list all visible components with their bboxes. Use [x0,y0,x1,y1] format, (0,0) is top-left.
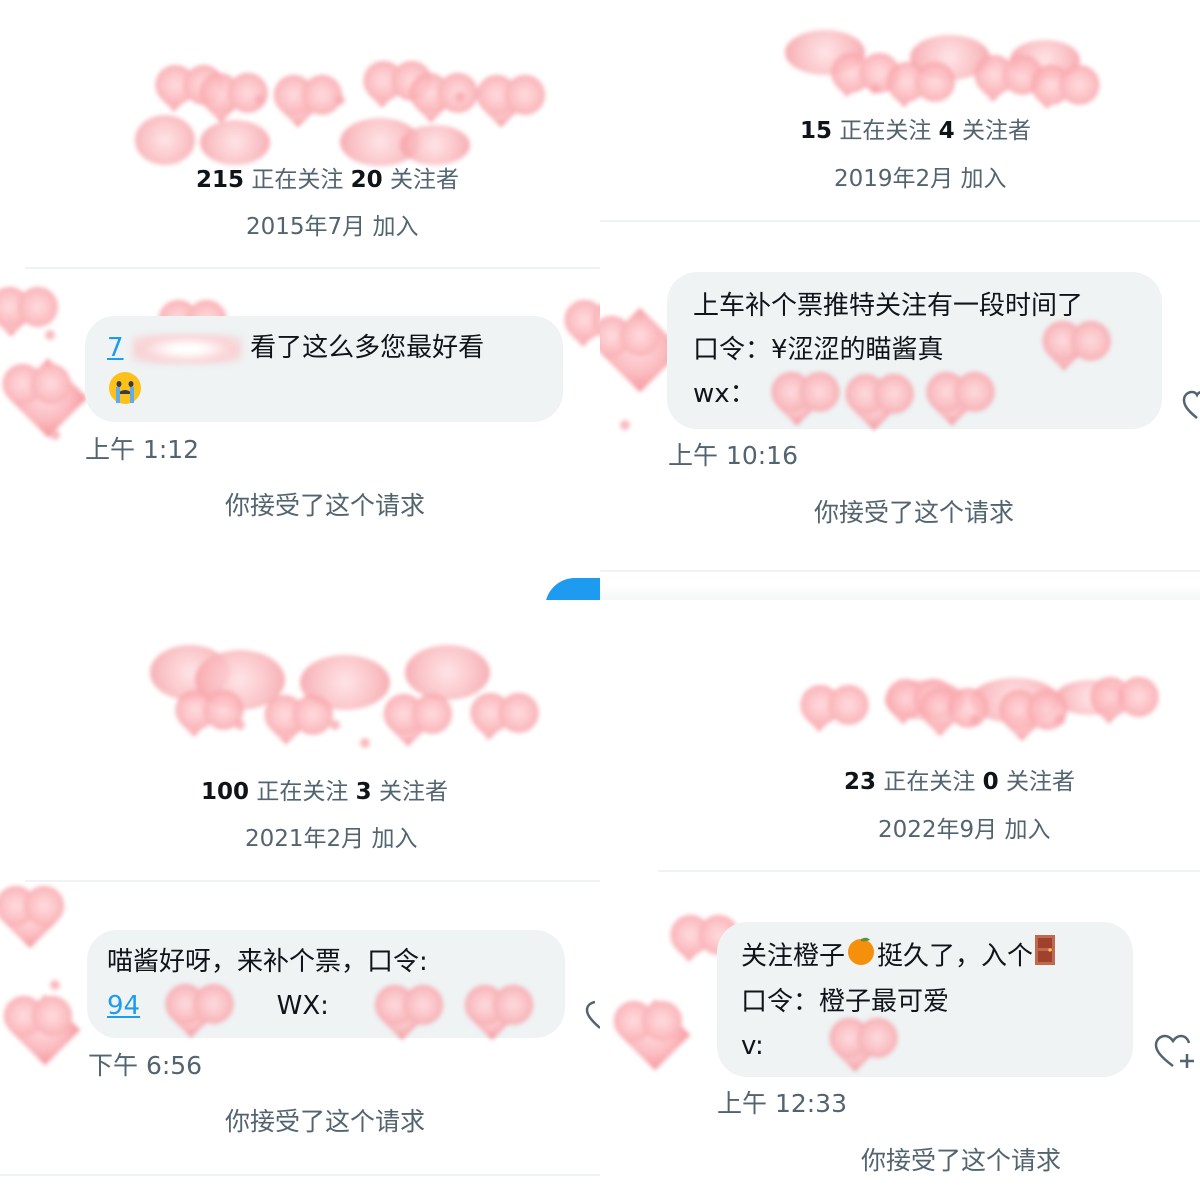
following-count[interactable]: 23 [844,769,876,795]
message-line: v: [741,1031,764,1061]
message-line: wx： [693,379,756,409]
request-accepted-text: 你接受了这个请求 [225,1107,426,1136]
message-line: 口令：橙子最可爱 [741,987,950,1017]
heart-add-reaction-icon[interactable] [1153,1032,1197,1076]
followers-label[interactable]: 关注者 [379,779,448,805]
message-time: 上午 10:16 [668,441,798,470]
door-icon [1033,934,1057,980]
banner-hearts-decoration [600,0,1200,120]
message-bubble[interactable]: 关注橙子 挺久了，入个 口令：橙子最可爱 v: [717,922,1133,1077]
message-time: 上午 1:12 [85,435,200,464]
message-line: 喵酱好呀，来补个票，口令: [107,947,428,977]
dm-panel-2: 15 正在关注 4 关注者 2019年2月 加入 上车补个票推特关注有一段时间了… [600,0,1200,600]
message-bubble[interactable]: 上车补个票推特关注有一段时间了 口令：¥涩涩的瞄酱真 wx： [667,272,1162,431]
joined-date: 2022年9月 加入 [878,817,1051,843]
dm-panel-3: 100 正在关注 3 关注者 2021年2月 加入 喵酱好呀，来补个票，口令: … [0,600,600,1200]
masked-link[interactable]: 7 [107,333,124,363]
divider [0,1174,600,1176]
followers-label[interactable]: 关注者 [390,167,459,193]
masked-link[interactable]: 94 [107,991,140,1021]
redaction-blur [1003,332,1113,371]
followers-count[interactable]: 4 [939,118,955,144]
followers-label[interactable]: 关注者 [962,118,1031,144]
message-bubble[interactable]: 喵酱好呀，来补个票，口令: 94 WX: [87,930,567,1041]
message-time: 上午 12:33 [717,1089,847,1118]
message-line: 关注橙子 [741,941,846,972]
crying-face-icon [107,370,143,420]
dm-panel-1: 215 正在关注 20 关注者 2015年7月 加入 7 看了这么多您最好看 上… [0,0,600,600]
message-line: 口令：¥涩涩的瞄酱真 [693,335,944,365]
message-text: 看了这么多您最好看 [250,333,485,363]
heart-reaction-icon[interactable] [1182,388,1200,426]
side-hearts-decoration [600,900,730,1120]
divider [25,267,600,269]
message-line: 挺久了，入个 [877,941,1034,972]
banner-hearts-decoration [0,620,600,760]
followers-count[interactable]: 0 [983,769,999,795]
redaction-blur [768,378,998,431]
message-bubble[interactable]: 7 看了这么多您最好看 [85,316,563,422]
following-label[interactable]: 正在关注 [251,167,343,193]
heart-reaction-icon[interactable] [583,998,600,1036]
following-label[interactable]: 正在关注 [883,769,975,795]
followers-label[interactable]: 关注者 [1006,769,1075,795]
orange-icon [845,934,877,980]
follow-stats: 100 正在关注 3 关注者 [201,772,448,806]
divider [600,570,1200,572]
following-count[interactable]: 100 [201,779,249,805]
message-time: 下午 6:56 [88,1051,203,1080]
compose-bar-fragment [545,578,600,600]
following-count[interactable]: 215 [196,167,244,193]
dm-panel-4: 23 正在关注 0 关注者 2022年9月 加入 关注橙子 挺久了，入个 口令：橙… [600,600,1200,1200]
redaction-blur [147,988,567,1041]
follow-stats: 15 正在关注 4 关注者 [800,111,1031,145]
joined-date: 2019年2月 加入 [834,166,1007,192]
following-count[interactable]: 15 [800,118,832,144]
divider [600,220,1200,222]
follow-stats: 215 正在关注 20 关注者 [196,160,459,194]
compose-bar-fragment [600,584,1200,600]
following-label[interactable]: 正在关注 [256,779,348,805]
followers-count[interactable]: 3 [356,779,372,805]
divider [658,870,1200,872]
request-accepted-text: 你接受了这个请求 [814,498,1015,527]
redaction-blur [131,333,242,364]
following-label[interactable]: 正在关注 [839,118,931,144]
followers-count[interactable]: 20 [351,167,383,193]
redaction-blur [781,1024,931,1072]
request-accepted-text: 你接受了这个请求 [225,491,426,520]
request-accepted-text: 你接受了这个请求 [861,1146,1062,1175]
joined-date: 2015年7月 加入 [246,214,419,240]
joined-date: 2021年2月 加入 [245,826,418,852]
follow-stats: 23 正在关注 0 关注者 [844,762,1075,796]
